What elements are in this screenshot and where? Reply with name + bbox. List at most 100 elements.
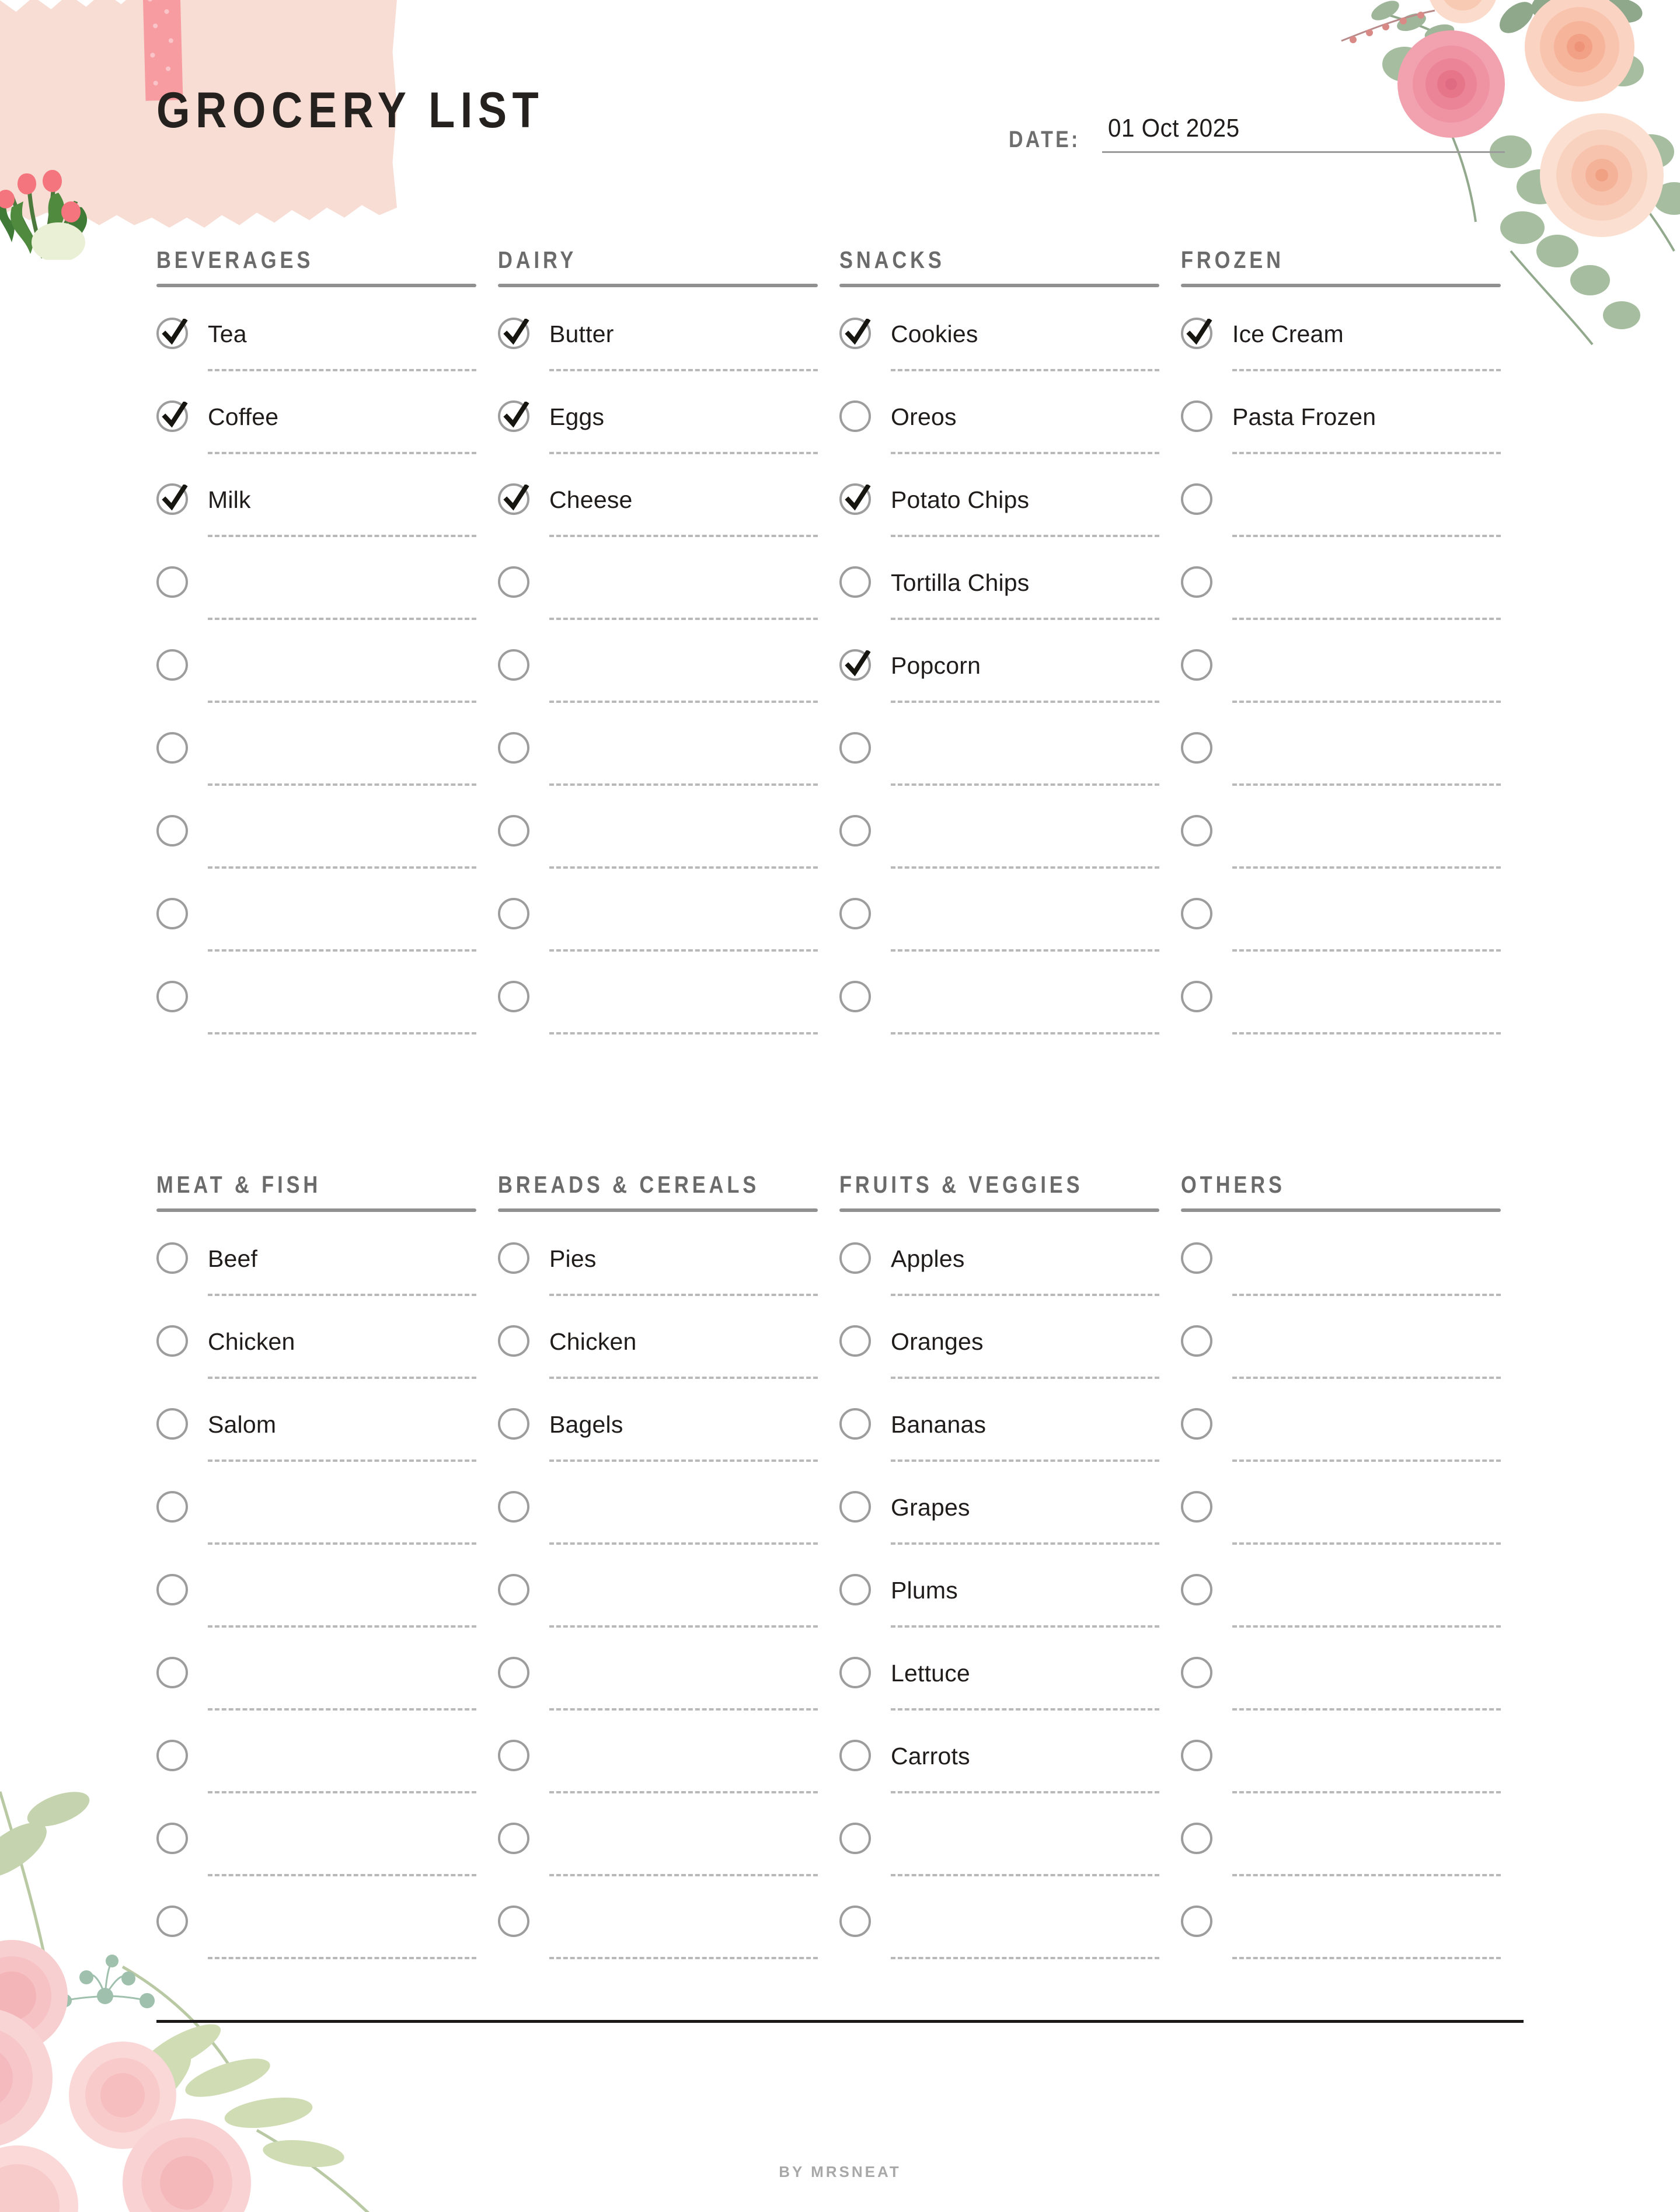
list-item[interactable] (839, 960, 1159, 1043)
checkbox-icon[interactable] (839, 732, 871, 764)
list-item[interactable]: Popcorn (839, 628, 1159, 711)
checkbox-icon[interactable] (839, 1823, 871, 1854)
list-item[interactable]: Butter (498, 297, 818, 379)
checkbox-icon[interactable] (1181, 1657, 1212, 1688)
checkbox-checked-icon[interactable] (1181, 318, 1212, 349)
checkbox-icon[interactable] (1181, 815, 1212, 847)
list-item[interactable]: Bagels (498, 1387, 818, 1470)
list-item[interactable]: Oreos (839, 379, 1159, 462)
list-item[interactable]: Potato Chips (839, 462, 1159, 545)
checkbox-checked-icon[interactable] (498, 400, 529, 432)
list-item[interactable]: Bananas (839, 1387, 1159, 1470)
list-item[interactable]: Chicken (156, 1304, 476, 1387)
list-item[interactable] (1181, 1884, 1501, 1967)
list-item[interactable] (839, 1884, 1159, 1967)
list-item[interactable] (498, 628, 818, 711)
list-item[interactable] (1181, 628, 1501, 711)
date-input[interactable]: 01 Oct 2025 (1102, 114, 1505, 153)
checkbox-icon[interactable] (498, 649, 529, 681)
checkbox-icon[interactable] (498, 732, 529, 764)
list-item[interactable] (839, 1802, 1159, 1884)
list-item[interactable] (498, 960, 818, 1043)
list-item[interactable] (1181, 1304, 1501, 1387)
checkbox-icon[interactable] (839, 1408, 871, 1440)
checkbox-icon[interactable] (839, 1491, 871, 1523)
checkbox-icon[interactable] (156, 981, 188, 1012)
list-item[interactable] (156, 794, 476, 877)
list-item[interactable] (498, 711, 818, 794)
checkbox-icon[interactable] (156, 732, 188, 764)
checkbox-icon[interactable] (498, 1408, 529, 1440)
list-item[interactable] (498, 877, 818, 960)
list-item[interactable] (498, 1884, 818, 1967)
list-item[interactable] (1181, 1553, 1501, 1636)
checkbox-icon[interactable] (839, 1740, 871, 1771)
checkbox-icon[interactable] (498, 815, 529, 847)
checkbox-icon[interactable] (1181, 400, 1212, 432)
list-item[interactable] (498, 794, 818, 877)
list-item[interactable] (498, 1553, 818, 1636)
list-item[interactable] (156, 877, 476, 960)
checkbox-icon[interactable] (1181, 1408, 1212, 1440)
list-item[interactable] (1181, 1387, 1501, 1470)
list-item[interactable] (1181, 462, 1501, 545)
list-item[interactable] (1181, 1470, 1501, 1553)
checkbox-icon[interactable] (1181, 1325, 1212, 1357)
checkbox-icon[interactable] (156, 1325, 188, 1357)
list-item[interactable]: Lettuce (839, 1636, 1159, 1719)
checkbox-checked-icon[interactable] (839, 649, 871, 681)
checkbox-icon[interactable] (839, 981, 871, 1012)
list-item[interactable] (1181, 1719, 1501, 1802)
list-item[interactable] (1181, 711, 1501, 794)
list-item[interactable]: Salom (156, 1387, 476, 1470)
list-item[interactable] (1181, 877, 1501, 960)
list-item[interactable] (156, 1719, 476, 1802)
list-item[interactable] (498, 1470, 818, 1553)
list-item[interactable] (498, 545, 818, 628)
checkbox-icon[interactable] (839, 1242, 871, 1274)
list-item[interactable]: Ice Cream (1181, 297, 1501, 379)
list-item[interactable]: Cookies (839, 297, 1159, 379)
list-item[interactable] (156, 628, 476, 711)
checkbox-icon[interactable] (156, 1657, 188, 1688)
list-item[interactable] (498, 1719, 818, 1802)
checkbox-icon[interactable] (156, 1823, 188, 1854)
checkbox-icon[interactable] (498, 1906, 529, 1937)
checkbox-icon[interactable] (839, 1906, 871, 1937)
checkbox-checked-icon[interactable] (839, 318, 871, 349)
list-item[interactable] (498, 1802, 818, 1884)
checkbox-icon[interactable] (1181, 898, 1212, 929)
checkbox-icon[interactable] (839, 898, 871, 929)
checkbox-icon[interactable] (1181, 981, 1212, 1012)
list-item[interactable]: Oranges (839, 1304, 1159, 1387)
list-item[interactable]: Tortilla Chips (839, 545, 1159, 628)
checkbox-checked-icon[interactable] (839, 483, 871, 515)
checkbox-icon[interactable] (1181, 483, 1212, 515)
checkbox-icon[interactable] (156, 1574, 188, 1605)
checkbox-icon[interactable] (156, 649, 188, 681)
list-item[interactable] (156, 545, 476, 628)
checkbox-checked-icon[interactable] (498, 483, 529, 515)
list-item[interactable] (156, 1470, 476, 1553)
checkbox-icon[interactable] (498, 1740, 529, 1771)
checkbox-icon[interactable] (839, 815, 871, 847)
list-item[interactable] (1181, 794, 1501, 877)
checkbox-checked-icon[interactable] (498, 318, 529, 349)
list-item[interactable]: Grapes (839, 1470, 1159, 1553)
checkbox-icon[interactable] (156, 1740, 188, 1771)
checkbox-checked-icon[interactable] (156, 400, 188, 432)
list-item[interactable] (156, 1553, 476, 1636)
list-item[interactable] (156, 1884, 476, 1967)
list-item[interactable] (839, 711, 1159, 794)
list-item[interactable] (839, 794, 1159, 877)
list-item[interactable] (156, 960, 476, 1043)
checkbox-icon[interactable] (498, 1242, 529, 1274)
checkbox-icon[interactable] (1181, 1740, 1212, 1771)
checkbox-icon[interactable] (1181, 1906, 1212, 1937)
checkbox-icon[interactable] (839, 566, 871, 598)
list-item[interactable] (1181, 1221, 1501, 1304)
checkbox-icon[interactable] (156, 1408, 188, 1440)
checkbox-icon[interactable] (1181, 566, 1212, 598)
checkbox-icon[interactable] (156, 566, 188, 598)
checkbox-checked-icon[interactable] (156, 483, 188, 515)
